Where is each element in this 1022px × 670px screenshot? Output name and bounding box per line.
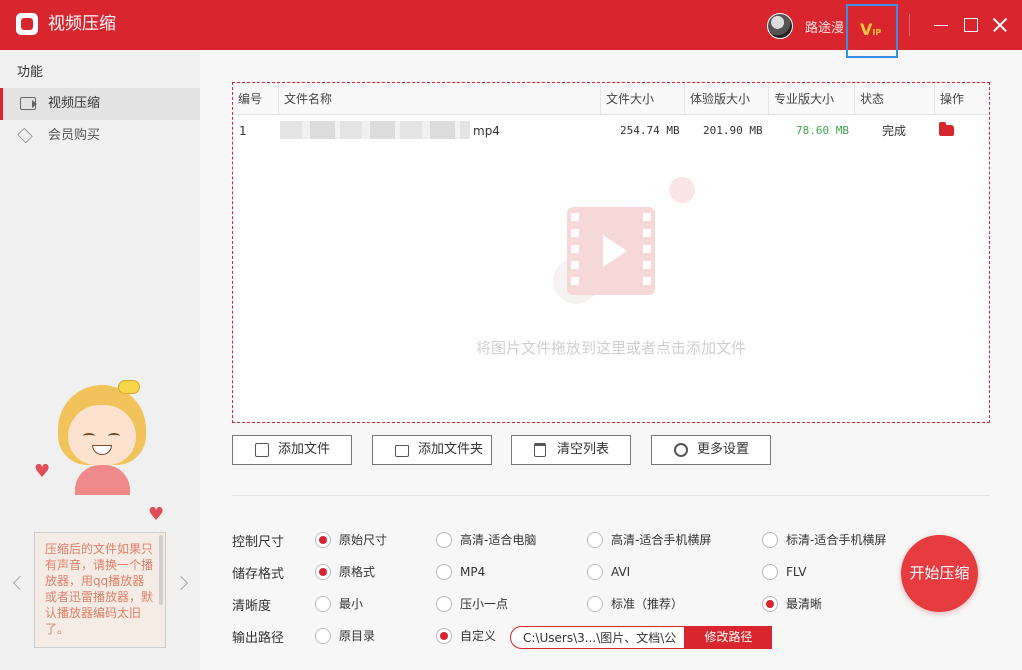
trash-icon <box>534 443 546 457</box>
size-option-hd-pc[interactable]: 高清-适合电脑 <box>436 532 536 548</box>
row-index: 1 <box>239 124 247 138</box>
mascot-eye <box>83 433 95 439</box>
table-row[interactable]: 1 mp4 254.74 MB 201.90 MB 78.60 MB 完成 <box>233 116 989 146</box>
clarity-label: 清晰度 <box>232 599 272 614</box>
col-pro-size: 专业版大小 <box>769 83 855 115</box>
file-drop-area[interactable]: 编号 文件名称 文件大小 体验版大小 专业版大小 状态 操作 1 mp4 254… <box>232 82 990 423</box>
app-logo-icon <box>16 13 38 35</box>
size-label: 控制尺寸 <box>232 535 285 550</box>
heart-icon: ♥ <box>148 504 165 525</box>
tip-box: 压缩后的文件如果只有声音，请换一个播放器，用qq播放器或者迅雷播放器，默认播放器… <box>34 532 166 648</box>
mascot-illustration: ♥ ♥ <box>30 380 170 530</box>
maximize-button[interactable] <box>958 12 984 38</box>
row-pro-size: 78.60 MB <box>796 124 849 137</box>
format-option-mp4[interactable]: MP4 <box>436 564 485 580</box>
titlebar-divider <box>909 14 910 36</box>
tip-scrollbar[interactable] <box>159 535 163 605</box>
format-option-flv[interactable]: FLV <box>762 564 806 580</box>
clarity-option-clearest[interactable]: 最清晰 <box>762 596 822 612</box>
clear-list-button[interactable]: 清空列表 <box>511 435 631 465</box>
col-action: 操作 <box>940 92 965 106</box>
col-index: 编号 <box>233 83 279 115</box>
add-file-label: 添加文件 <box>278 442 331 457</box>
output-option-custom[interactable]: 自定义 <box>436 628 496 644</box>
app-title: 视频压缩 <box>48 14 116 34</box>
username[interactable]: 路途漫 <box>805 17 844 36</box>
mascot-eye <box>108 433 120 439</box>
sidebar-item-member-purchase[interactable]: 会员购买 <box>0 120 200 152</box>
row-filename-suffix: mp4 <box>473 124 500 138</box>
row-filesize: 254.74 MB <box>620 124 680 137</box>
add-folder-label: 添加文件夹 <box>418 442 484 457</box>
col-status: 状态 <box>855 83 935 115</box>
gear-icon <box>674 443 688 457</box>
vip-button[interactable]: VIP <box>846 4 898 58</box>
more-settings-button[interactable]: 更多设置 <box>651 435 771 465</box>
mascot-mouth <box>92 445 112 455</box>
clarity-option-smaller[interactable]: 压小一点 <box>436 596 508 612</box>
tip-text: 压缩后的文件如果只有声音，请换一个播放器，用qq播放器或者迅雷播放器，默认播放器… <box>45 542 154 636</box>
format-option-avi[interactable]: AVI <box>587 564 630 580</box>
size-option-original[interactable]: 原始尺寸 <box>315 532 387 548</box>
format-option-original[interactable]: 原格式 <box>315 564 375 580</box>
size-option-hd-mobile[interactable]: 高清-适合手机横屏 <box>587 532 711 548</box>
title-bar: 视频压缩 路途漫 VIP <box>0 0 1022 58</box>
col-trial-size: 体验版大小 <box>685 83 769 115</box>
add-file-button[interactable]: 添加文件 <box>232 435 352 465</box>
clarity-option-smallest[interactable]: 最小 <box>315 596 363 612</box>
output-option-original-dir[interactable]: 原目录 <box>315 628 375 644</box>
clarity-option-standard[interactable]: 标准（推荐） <box>587 596 683 612</box>
sidebar-item-label: 视频压缩 <box>48 96 101 111</box>
decor-circle <box>669 177 695 203</box>
col-filename: 文件名称 <box>279 83 601 115</box>
open-folder-icon[interactable] <box>939 122 954 136</box>
empty-video-illustration <box>551 173 701 313</box>
mascot-bow <box>118 380 140 394</box>
col-filesize: 文件大小 <box>601 83 685 115</box>
close-button[interactable] <box>988 12 1014 38</box>
folder-icon <box>395 445 409 457</box>
video-icon <box>20 97 37 110</box>
output-label: 输出路径 <box>232 631 285 646</box>
sidebar-item-video-compress[interactable]: 视频压缩 <box>0 88 200 120</box>
avatar[interactable] <box>767 13 793 39</box>
output-path-field[interactable]: C:\Users\3...\图片、文档\公 修改路径 <box>510 626 772 649</box>
more-settings-label: 更多设置 <box>697 442 750 457</box>
mascot-body <box>75 465 130 495</box>
clear-list-label: 清空列表 <box>557 442 610 457</box>
vip-icon: VIP <box>860 20 882 39</box>
add-file-icon <box>255 443 269 457</box>
add-folder-button[interactable]: 添加文件夹 <box>372 435 492 465</box>
size-option-sd-mobile[interactable]: 标清-适合手机横屏 <box>762 532 886 548</box>
section-divider <box>232 495 990 496</box>
minimize-button[interactable] <box>929 12 955 38</box>
blurred-filename <box>280 121 470 139</box>
start-compress-button[interactable]: 开始压缩 <box>901 535 978 612</box>
output-path-text: C:\Users\3...\图片、文档\公 <box>523 631 677 645</box>
mascot-face <box>68 405 136 465</box>
change-path-button[interactable]: 修改路径 <box>684 627 771 648</box>
sidebar-item-label: 会员购买 <box>48 128 101 143</box>
drop-hint: 将图片文件拖放到这里或者点击添加文件 <box>475 339 746 357</box>
sidebar-heading: 功能 <box>17 65 44 80</box>
heart-icon: ♥ <box>34 461 51 482</box>
row-status: 完成 <box>882 124 907 138</box>
format-label: 储存格式 <box>232 567 285 582</box>
diamond-icon <box>17 127 33 144</box>
row-trial-size: 201.90 MB <box>703 124 763 137</box>
table-header: 编号 文件名称 文件大小 体验版大小 专业版大小 状态 操作 <box>233 83 989 115</box>
play-icon <box>603 235 627 267</box>
